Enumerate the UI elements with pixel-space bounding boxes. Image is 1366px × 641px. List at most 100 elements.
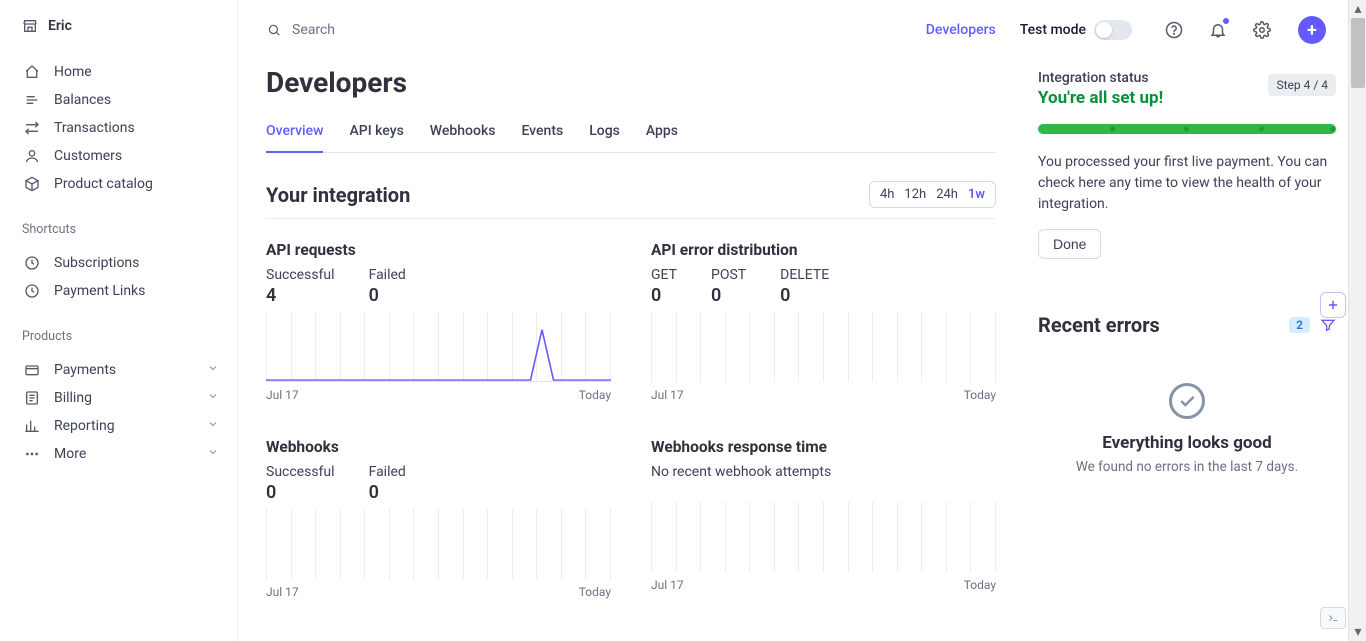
- settings-icon[interactable]: [1252, 20, 1272, 40]
- brand-name: Eric: [48, 18, 72, 34]
- tab-overview[interactable]: Overview: [266, 113, 323, 153]
- axis-start: Jul 17: [266, 585, 299, 599]
- range-12h[interactable]: 12h: [904, 187, 926, 202]
- tab-apps[interactable]: Apps: [646, 113, 678, 152]
- nav-item-label: Subscriptions: [54, 255, 139, 271]
- tab-webhooks[interactable]: Webhooks: [430, 113, 496, 152]
- status-label: Integration status: [1038, 70, 1163, 86]
- chevron-down-icon: [207, 446, 219, 462]
- nav-item-payments[interactable]: Payments: [0, 356, 237, 384]
- nav-item-transactions[interactable]: Transactions: [0, 114, 237, 142]
- nav-item-label: Payments: [54, 362, 116, 378]
- card-api-requests: API requests Successful4 Failed0 Jul 17T…: [266, 241, 611, 402]
- create-button[interactable]: +: [1298, 16, 1326, 44]
- status-headline: You're all set up!: [1038, 88, 1163, 108]
- nav-item-billing[interactable]: Billing: [0, 384, 237, 412]
- search-input[interactable]: Search: [266, 22, 914, 38]
- axis-end: Today: [964, 578, 996, 592]
- nav-item-label: More: [54, 446, 86, 462]
- card-title: Webhooks response time: [651, 438, 996, 456]
- nav-item-product-catalog[interactable]: Product catalog: [0, 170, 237, 198]
- metric-value: 0: [651, 285, 677, 306]
- clock-icon: [24, 255, 40, 271]
- search-placeholder: Search: [292, 22, 335, 38]
- notifications-icon[interactable]: [1208, 20, 1228, 40]
- integration-title: Your integration: [266, 183, 410, 207]
- card-title: API error distribution: [651, 241, 996, 259]
- scroll-down-icon[interactable]: ▾: [1349, 623, 1366, 641]
- range-24h[interactable]: 24h: [936, 187, 958, 202]
- nav-item-label: Payment Links: [54, 283, 145, 299]
- catalog-icon: [24, 176, 40, 192]
- metric-label: DELETE: [780, 267, 829, 283]
- time-range: 4h 12h 24h 1w: [869, 181, 996, 208]
- metric-label: Failed: [369, 464, 406, 480]
- scrollbar[interactable]: ▴ ▾: [1348, 0, 1366, 641]
- range-1w[interactable]: 1w: [968, 187, 985, 202]
- tab-events[interactable]: Events: [521, 113, 563, 152]
- scroll-thumb[interactable]: [1351, 18, 1365, 88]
- axis-end: Today: [964, 388, 996, 402]
- progress-bar: [1038, 124, 1336, 134]
- errors-headline: Everything looks good: [1038, 433, 1336, 453]
- help-icon[interactable]: [1164, 20, 1184, 40]
- card-webhooks-rt: Webhooks response time No recent webhook…: [651, 438, 996, 599]
- nav-item-customers[interactable]: Customers: [0, 142, 237, 170]
- developers-link[interactable]: Developers: [926, 22, 996, 38]
- nav-item-subscriptions[interactable]: Subscriptions: [0, 249, 237, 277]
- metric-label: Successful: [266, 464, 335, 480]
- tabs: Overview API keys Webhooks Events Logs Apps: [266, 113, 996, 153]
- errors-title: Recent errors: [1038, 313, 1289, 337]
- chevron-down-icon: [207, 362, 219, 378]
- card-webhooks: Webhooks Successful0 Failed0 Jul 17Today: [266, 438, 611, 599]
- range-4h[interactable]: 4h: [880, 187, 894, 202]
- chart-webhooks-rt: [651, 502, 996, 572]
- test-mode-label: Test mode: [1020, 22, 1086, 38]
- scroll-up-icon[interactable]: ▴: [1349, 0, 1366, 18]
- metric-label: Failed: [369, 267, 406, 283]
- test-mode-toggle[interactable]: [1094, 20, 1132, 40]
- terminal-button[interactable]: [1320, 607, 1346, 629]
- axis-start: Jul 17: [266, 388, 299, 402]
- axis-end: Today: [579, 585, 611, 599]
- nav-item-label: Balances: [54, 92, 111, 108]
- metric-value: 0: [266, 482, 335, 503]
- axis-start: Jul 17: [651, 388, 684, 402]
- payments-icon: [24, 362, 40, 378]
- more-icon: [24, 446, 40, 462]
- metric-label: POST: [711, 267, 746, 283]
- notification-dot: [1223, 18, 1229, 24]
- tab-logs[interactable]: Logs: [589, 113, 620, 152]
- card-api-errors: API error distribution GET 0 POST 0 DELETE…: [651, 241, 996, 402]
- chart-api-errors: [651, 312, 996, 382]
- topbar: Search Developers Test mode +: [238, 0, 1346, 60]
- nav-item-balances[interactable]: Balances: [0, 86, 237, 114]
- tab-api-keys[interactable]: API keys: [349, 113, 403, 152]
- done-button[interactable]: Done: [1038, 229, 1101, 259]
- nav-item-home[interactable]: Home: [0, 58, 237, 86]
- no-data-message: No recent webhook attempts: [651, 464, 996, 480]
- nav-item-reporting[interactable]: Reporting: [0, 412, 237, 440]
- nav-item-label: Home: [54, 64, 92, 80]
- side-panel: Integration status You're all set up! St…: [1038, 66, 1336, 599]
- nav-item-label: Reporting: [54, 418, 115, 434]
- nav-item-payment-links[interactable]: Payment Links: [0, 277, 237, 305]
- edge-add-button[interactable]: [1320, 292, 1346, 318]
- check-icon: [1169, 383, 1205, 419]
- clock-icon: [24, 283, 40, 299]
- search-icon: [266, 22, 282, 38]
- chart-api-requests: [266, 312, 611, 382]
- metric-value: 4: [266, 285, 335, 306]
- billing-icon: [24, 390, 40, 406]
- metric-value: 0: [369, 285, 406, 306]
- filter-icon[interactable]: [1320, 317, 1336, 333]
- status-step: Step 4 / 4: [1268, 74, 1336, 96]
- chart-webhooks: [266, 509, 611, 579]
- brand-block[interactable]: Eric: [0, 18, 237, 52]
- nav-item-more[interactable]: More: [0, 440, 237, 468]
- card-title: Webhooks: [266, 438, 611, 456]
- nav-item-label: Product catalog: [54, 176, 153, 192]
- metric-label: GET: [651, 267, 677, 283]
- main: Search Developers Test mode + Developers: [238, 0, 1366, 641]
- metric-value: 0: [780, 285, 829, 306]
